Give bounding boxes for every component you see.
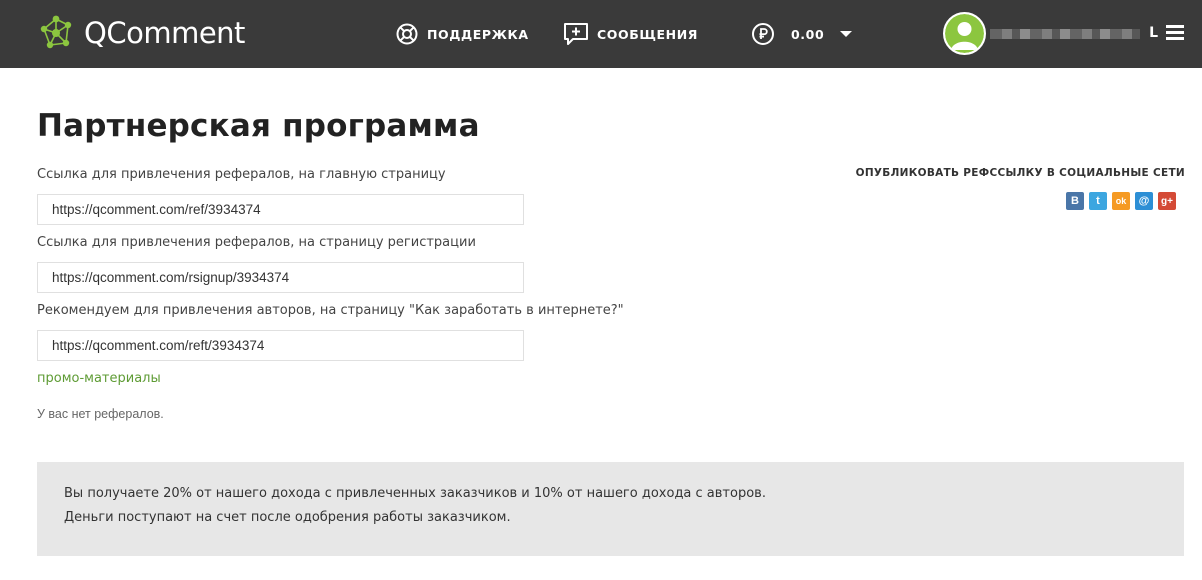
info-line-commission: Вы получаете 20% от нашего дохода с прив… <box>64 486 766 501</box>
nav-support-label: ПОДДЕРЖКА <box>427 26 529 42</box>
twitter-icon[interactable]: t <box>1089 192 1107 210</box>
logo-link[interactable]: QComment <box>36 11 245 55</box>
user-silhouette-icon <box>945 14 984 53</box>
ref-main-label: Ссылка для привлечения рефералов, на гла… <box>37 167 446 182</box>
logo-network-icon <box>40 15 72 49</box>
username-link[interactable]: L <box>990 22 1158 44</box>
nav-support-link[interactable]: ПОДДЕРЖКА <box>395 20 529 48</box>
vk-icon[interactable]: B <box>1066 192 1084 210</box>
share-title: ОПУБЛИКОВАТЬ РЕФССЫЛКУ В СОЦИАЛЬНЫЕ СЕТИ <box>855 167 1185 179</box>
info-box: Вы получаете 20% от нашего дохода с прив… <box>37 462 1184 556</box>
ref-main-input[interactable] <box>37 194 524 225</box>
top-navigation-bar: QComment ПОДДЕРЖКА СООБЩЕНИЯ 0.00 L <box>0 0 1202 68</box>
ref-signup-input[interactable] <box>37 262 524 293</box>
googleplus-icon[interactable]: g+ <box>1158 192 1176 210</box>
username-text: L <box>1149 25 1158 41</box>
chevron-down-icon <box>840 31 853 37</box>
no-referrals-text: У вас нет рефералов. <box>37 407 164 421</box>
promo-materials-link[interactable]: промо-материалы <box>37 371 161 386</box>
logo-text: QComment <box>84 16 245 50</box>
info-line-payout: Деньги поступают на счет после одобрения… <box>64 510 511 525</box>
share-icons: B t ok @ g+ <box>1066 192 1176 210</box>
balance-amount: 0.00 <box>791 26 825 42</box>
ref-signup-label: Ссылка для привлечения рефералов, на стр… <box>37 235 476 250</box>
balance-dropdown[interactable]: 0.00 <box>751 20 853 48</box>
odnoklassniki-icon[interactable]: ok <box>1112 192 1130 210</box>
page-title: Партнерская программа <box>37 108 480 144</box>
ref-authors-input[interactable] <box>37 330 524 361</box>
user-avatar[interactable] <box>943 12 986 55</box>
nav-messages-label: СООБЩЕНИЯ <box>597 26 699 42</box>
ref-authors-label: Рекомендуем для привлечения авторов, на … <box>37 303 624 318</box>
hamburger-menu-icon[interactable] <box>1164 23 1186 43</box>
lifebuoy-icon <box>396 23 418 45</box>
message-plus-icon <box>564 23 588 45</box>
mailru-icon[interactable]: @ <box>1135 192 1153 210</box>
ruble-coin-icon <box>752 23 774 45</box>
nav-messages-link[interactable]: СООБЩЕНИЯ <box>563 20 698 48</box>
username-redacted <box>990 29 1140 39</box>
